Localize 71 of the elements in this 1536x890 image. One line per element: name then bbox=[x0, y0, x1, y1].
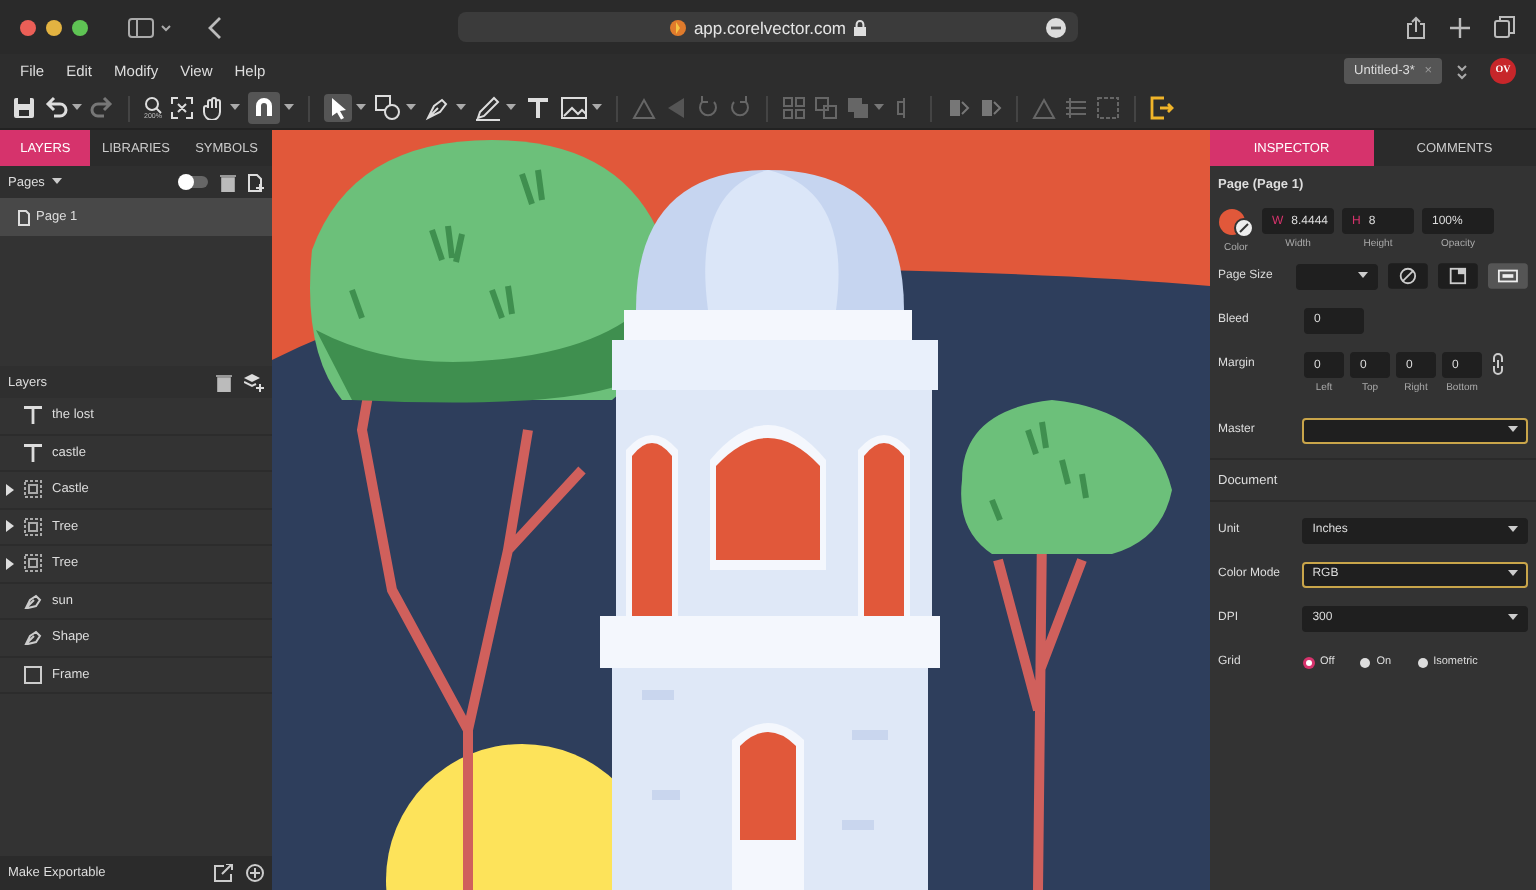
grid-icon[interactable] bbox=[782, 96, 806, 120]
portrait-icon[interactable] bbox=[1438, 262, 1479, 290]
caret-icon[interactable] bbox=[456, 104, 466, 112]
caret-icon[interactable] bbox=[52, 178, 63, 186]
caret-icon[interactable] bbox=[592, 104, 602, 112]
trash-icon[interactable] bbox=[220, 173, 236, 191]
share-icon[interactable] bbox=[1406, 15, 1426, 39]
orientation-icon[interactable] bbox=[1388, 262, 1429, 290]
landscape-icon[interactable] bbox=[1488, 262, 1528, 290]
maximize-window-button[interactable] bbox=[72, 19, 88, 35]
add-page-icon[interactable] bbox=[248, 173, 264, 191]
address-bar[interactable]: app.corelvector.com bbox=[458, 12, 1078, 42]
color-swatch[interactable] bbox=[1218, 208, 1254, 238]
add-layer-icon[interactable] bbox=[244, 373, 264, 391]
caret-icon[interactable] bbox=[1508, 570, 1518, 578]
caret-icon[interactable] bbox=[1508, 614, 1518, 622]
more-icon[interactable] bbox=[1046, 17, 1066, 37]
redo-icon[interactable] bbox=[90, 96, 114, 120]
sidebar-toggle-icon[interactable] bbox=[128, 17, 172, 37]
expand-arrow-icon[interactable] bbox=[6, 520, 14, 533]
pen-icon bbox=[24, 591, 42, 610]
page-icon bbox=[18, 209, 30, 225]
double-chevron-icon[interactable] bbox=[1456, 63, 1468, 79]
link-icon[interactable] bbox=[1488, 352, 1508, 376]
magnet-icon[interactable] bbox=[248, 92, 280, 124]
bars-icon[interactable] bbox=[1064, 96, 1088, 120]
hand-icon[interactable] bbox=[202, 96, 226, 120]
triangle-icon[interactable] bbox=[1032, 96, 1056, 120]
caret-icon[interactable] bbox=[356, 104, 366, 112]
exit-icon[interactable] bbox=[1150, 96, 1174, 120]
image-icon[interactable] bbox=[560, 94, 588, 122]
add-circle-icon[interactable] bbox=[246, 864, 264, 882]
caret-icon[interactable] bbox=[1508, 426, 1518, 434]
back-icon[interactable] bbox=[208, 15, 224, 39]
minimize-window-button[interactable] bbox=[46, 19, 62, 35]
caret-icon[interactable] bbox=[1508, 526, 1518, 534]
site-logo-icon bbox=[669, 19, 686, 35]
lock-icon bbox=[854, 19, 867, 35]
text-tool-icon[interactable] bbox=[524, 94, 552, 122]
shape-icon[interactable] bbox=[374, 94, 402, 122]
undo-icon[interactable] bbox=[44, 96, 68, 120]
new-tab-icon[interactable] bbox=[1450, 17, 1470, 37]
triangle-icon[interactable] bbox=[632, 96, 656, 120]
text-layer-icon bbox=[24, 443, 42, 462]
frame-icon[interactable] bbox=[1096, 96, 1120, 120]
fit-screen-icon[interactable] bbox=[170, 96, 194, 120]
toggle-switch[interactable] bbox=[180, 176, 208, 188]
frame-icon bbox=[24, 665, 42, 684]
rotate-right-icon[interactable] bbox=[728, 96, 752, 120]
expand-arrow-icon[interactable] bbox=[6, 557, 14, 570]
close-window-button[interactable] bbox=[20, 19, 36, 35]
caret-icon[interactable] bbox=[1358, 272, 1369, 280]
pen-icon bbox=[24, 628, 42, 647]
caret-icon[interactable] bbox=[406, 104, 416, 112]
caret-icon[interactable] bbox=[230, 104, 240, 112]
tabs-overview-icon[interactable] bbox=[1494, 16, 1516, 38]
pen-icon[interactable] bbox=[424, 94, 452, 122]
save-icon[interactable] bbox=[12, 96, 36, 120]
export-icon[interactable] bbox=[214, 864, 234, 882]
caret-icon[interactable] bbox=[72, 104, 82, 112]
caret-icon[interactable] bbox=[506, 104, 516, 112]
squares-icon[interactable] bbox=[814, 96, 838, 120]
stack-icon[interactable] bbox=[846, 96, 870, 120]
master-dropdown[interactable] bbox=[1302, 417, 1528, 443]
text-layer-icon bbox=[24, 406, 42, 425]
pencil-icon[interactable] bbox=[474, 94, 502, 122]
rotate-left-icon[interactable] bbox=[696, 96, 720, 120]
caret-icon[interactable] bbox=[284, 104, 294, 112]
trash-icon[interactable] bbox=[216, 373, 232, 391]
expand-arrow-icon[interactable] bbox=[6, 483, 14, 496]
pointer-icon[interactable] bbox=[324, 94, 352, 122]
